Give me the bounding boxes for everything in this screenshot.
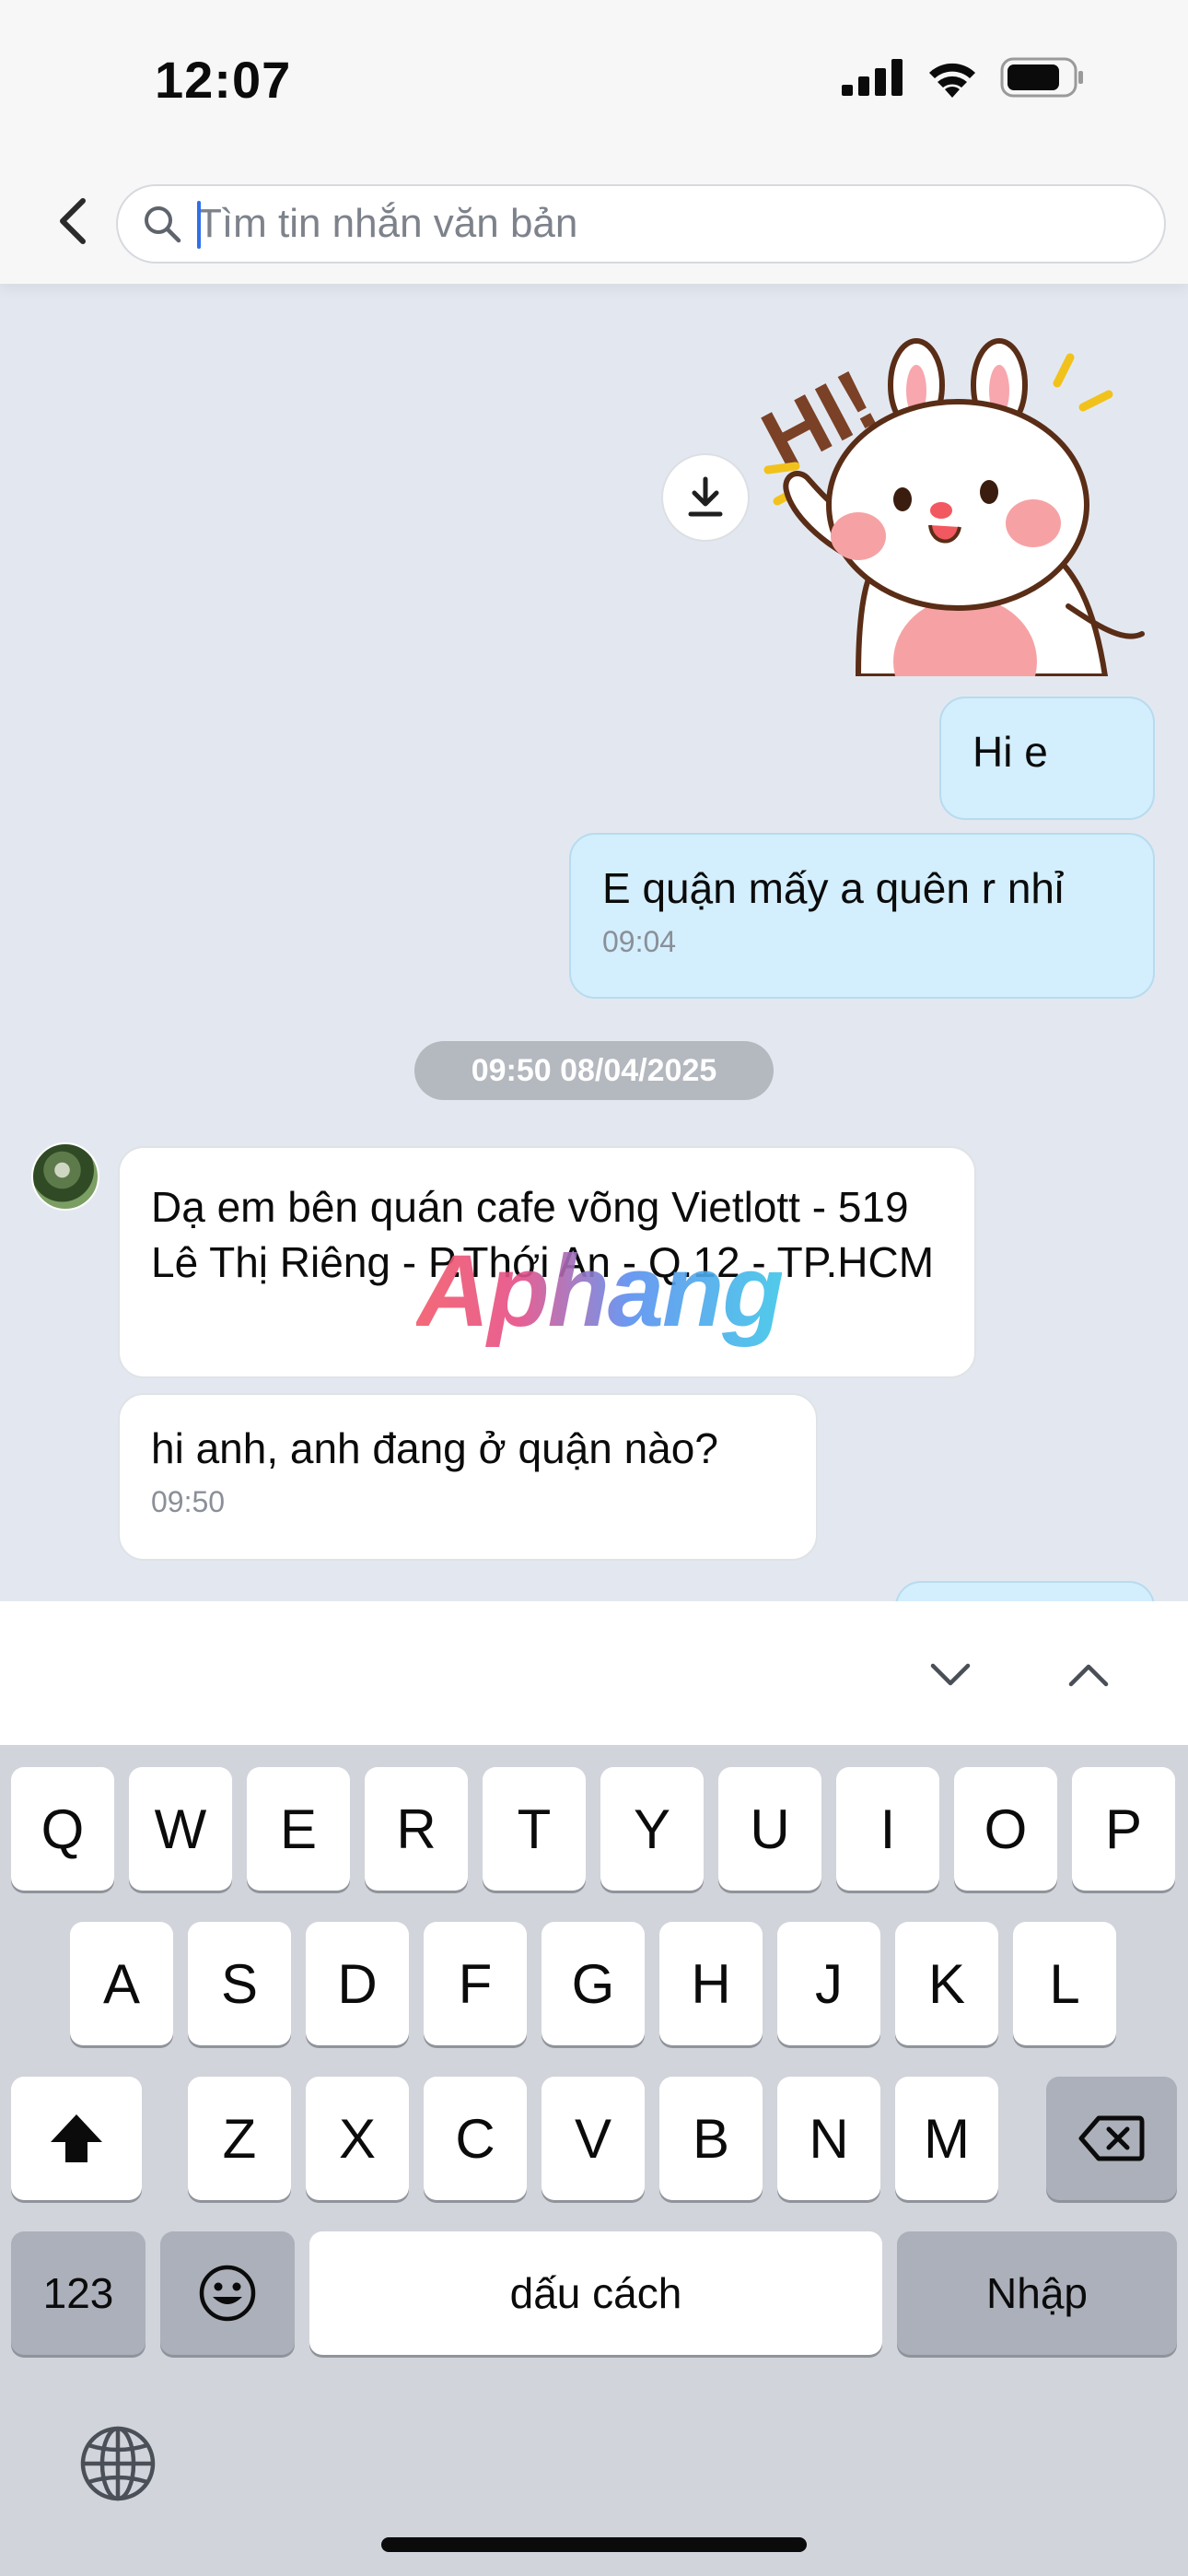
- key-g[interactable]: G: [542, 1922, 645, 2045]
- search-bar[interactable]: [116, 184, 1166, 263]
- outgoing-message[interactable]: Hi e: [939, 697, 1155, 820]
- home-indicator: [381, 2537, 807, 2552]
- bunny-sticker[interactable]: HI!: [755, 330, 1160, 676]
- key-k[interactable]: K: [895, 1922, 998, 2045]
- text-caret: [197, 201, 201, 249]
- key-y[interactable]: Y: [600, 1767, 704, 1891]
- key-j[interactable]: J: [777, 1922, 880, 2045]
- backspace-icon: [1078, 2115, 1145, 2161]
- key-c[interactable]: C: [424, 2077, 527, 2200]
- key-v[interactable]: V: [542, 2077, 645, 2200]
- key-z[interactable]: Z: [188, 2077, 291, 2200]
- message-text: Hi e: [973, 728, 1048, 776]
- key-b[interactable]: B: [659, 2077, 763, 2200]
- key-h[interactable]: H: [659, 1922, 763, 2045]
- status-icons: [842, 57, 1085, 98]
- key-n[interactable]: N: [777, 2077, 880, 2200]
- message-time: 09:50: [151, 1485, 226, 1518]
- key-e[interactable]: E: [247, 1767, 350, 1891]
- numbers-key[interactable]: 123: [11, 2231, 146, 2355]
- space-key[interactable]: dấu cách: [309, 2231, 882, 2355]
- download-icon: [688, 476, 723, 517]
- header: 12:07: [0, 0, 1188, 284]
- chevron-left-icon: [60, 198, 86, 244]
- search-input[interactable]: [197, 192, 1118, 256]
- shift-key[interactable]: [11, 2077, 142, 2200]
- back-button[interactable]: [37, 184, 111, 258]
- signal-icon: [842, 59, 903, 96]
- key-d[interactable]: D: [306, 1922, 409, 2045]
- key-l[interactable]: L: [1013, 1922, 1116, 2045]
- incoming-message[interactable]: hi anh, anh đang ở quận nào? 09:50: [118, 1393, 818, 1561]
- message-text: hi anh, anh đang ở quận nào?: [151, 1424, 718, 1472]
- search-result-navigator: [0, 1601, 1188, 1745]
- contact-avatar[interactable]: [31, 1142, 99, 1211]
- chevron-down-icon: [930, 1663, 971, 1686]
- search-icon: [145, 206, 181, 243]
- download-button[interactable]: [661, 453, 750, 542]
- outgoing-message[interactable]: E quận mấy a quên r nhỉ 09:04: [569, 833, 1155, 999]
- chat-thread[interactable]: HI! Hi e E quận mấy a quên r nhỉ 09:04 0…: [0, 284, 1188, 1601]
- key-u[interactable]: U: [718, 1767, 821, 1891]
- wifi-icon: [929, 63, 975, 98]
- key-o[interactable]: O: [954, 1767, 1057, 1891]
- watermark-logo: Aphang: [416, 1235, 784, 1348]
- chevron-up-icon: [1068, 1664, 1109, 1687]
- battery-icon: [1000, 57, 1083, 98]
- key-p[interactable]: P: [1072, 1767, 1175, 1891]
- language-switch-button[interactable]: [72, 2418, 164, 2510]
- key-s[interactable]: S: [188, 1922, 291, 2045]
- globe-icon: [80, 2426, 156, 2501]
- shift-icon: [51, 2114, 102, 2162]
- emoji-icon: [199, 2265, 256, 2322]
- date-divider: 09:50 08/04/2025: [414, 1041, 774, 1100]
- keyboard: Q W E R T Y U I O P A S D F G H J K L Z …: [0, 1745, 1188, 2576]
- key-f[interactable]: F: [424, 1922, 527, 2045]
- key-q[interactable]: Q: [11, 1767, 114, 1891]
- delete-key[interactable]: [1046, 2077, 1177, 2200]
- next-result-button[interactable]: [914, 1638, 987, 1712]
- emoji-key[interactable]: [160, 2231, 295, 2355]
- outgoing-message[interactable]: [895, 1581, 1155, 1601]
- key-a[interactable]: A: [70, 1922, 173, 2045]
- key-r[interactable]: R: [365, 1767, 468, 1891]
- return-key[interactable]: Nhập: [897, 2231, 1177, 2355]
- key-i[interactable]: I: [836, 1767, 939, 1891]
- key-m[interactable]: M: [895, 2077, 998, 2200]
- message-text: E quận mấy a quên r nhỉ: [602, 864, 1065, 912]
- previous-result-button[interactable]: [1052, 1638, 1125, 1712]
- key-x[interactable]: X: [306, 2077, 409, 2200]
- key-w[interactable]: W: [129, 1767, 232, 1891]
- status-time: 12:07: [155, 51, 292, 109]
- message-time: 09:04: [602, 925, 677, 958]
- key-t[interactable]: T: [483, 1767, 586, 1891]
